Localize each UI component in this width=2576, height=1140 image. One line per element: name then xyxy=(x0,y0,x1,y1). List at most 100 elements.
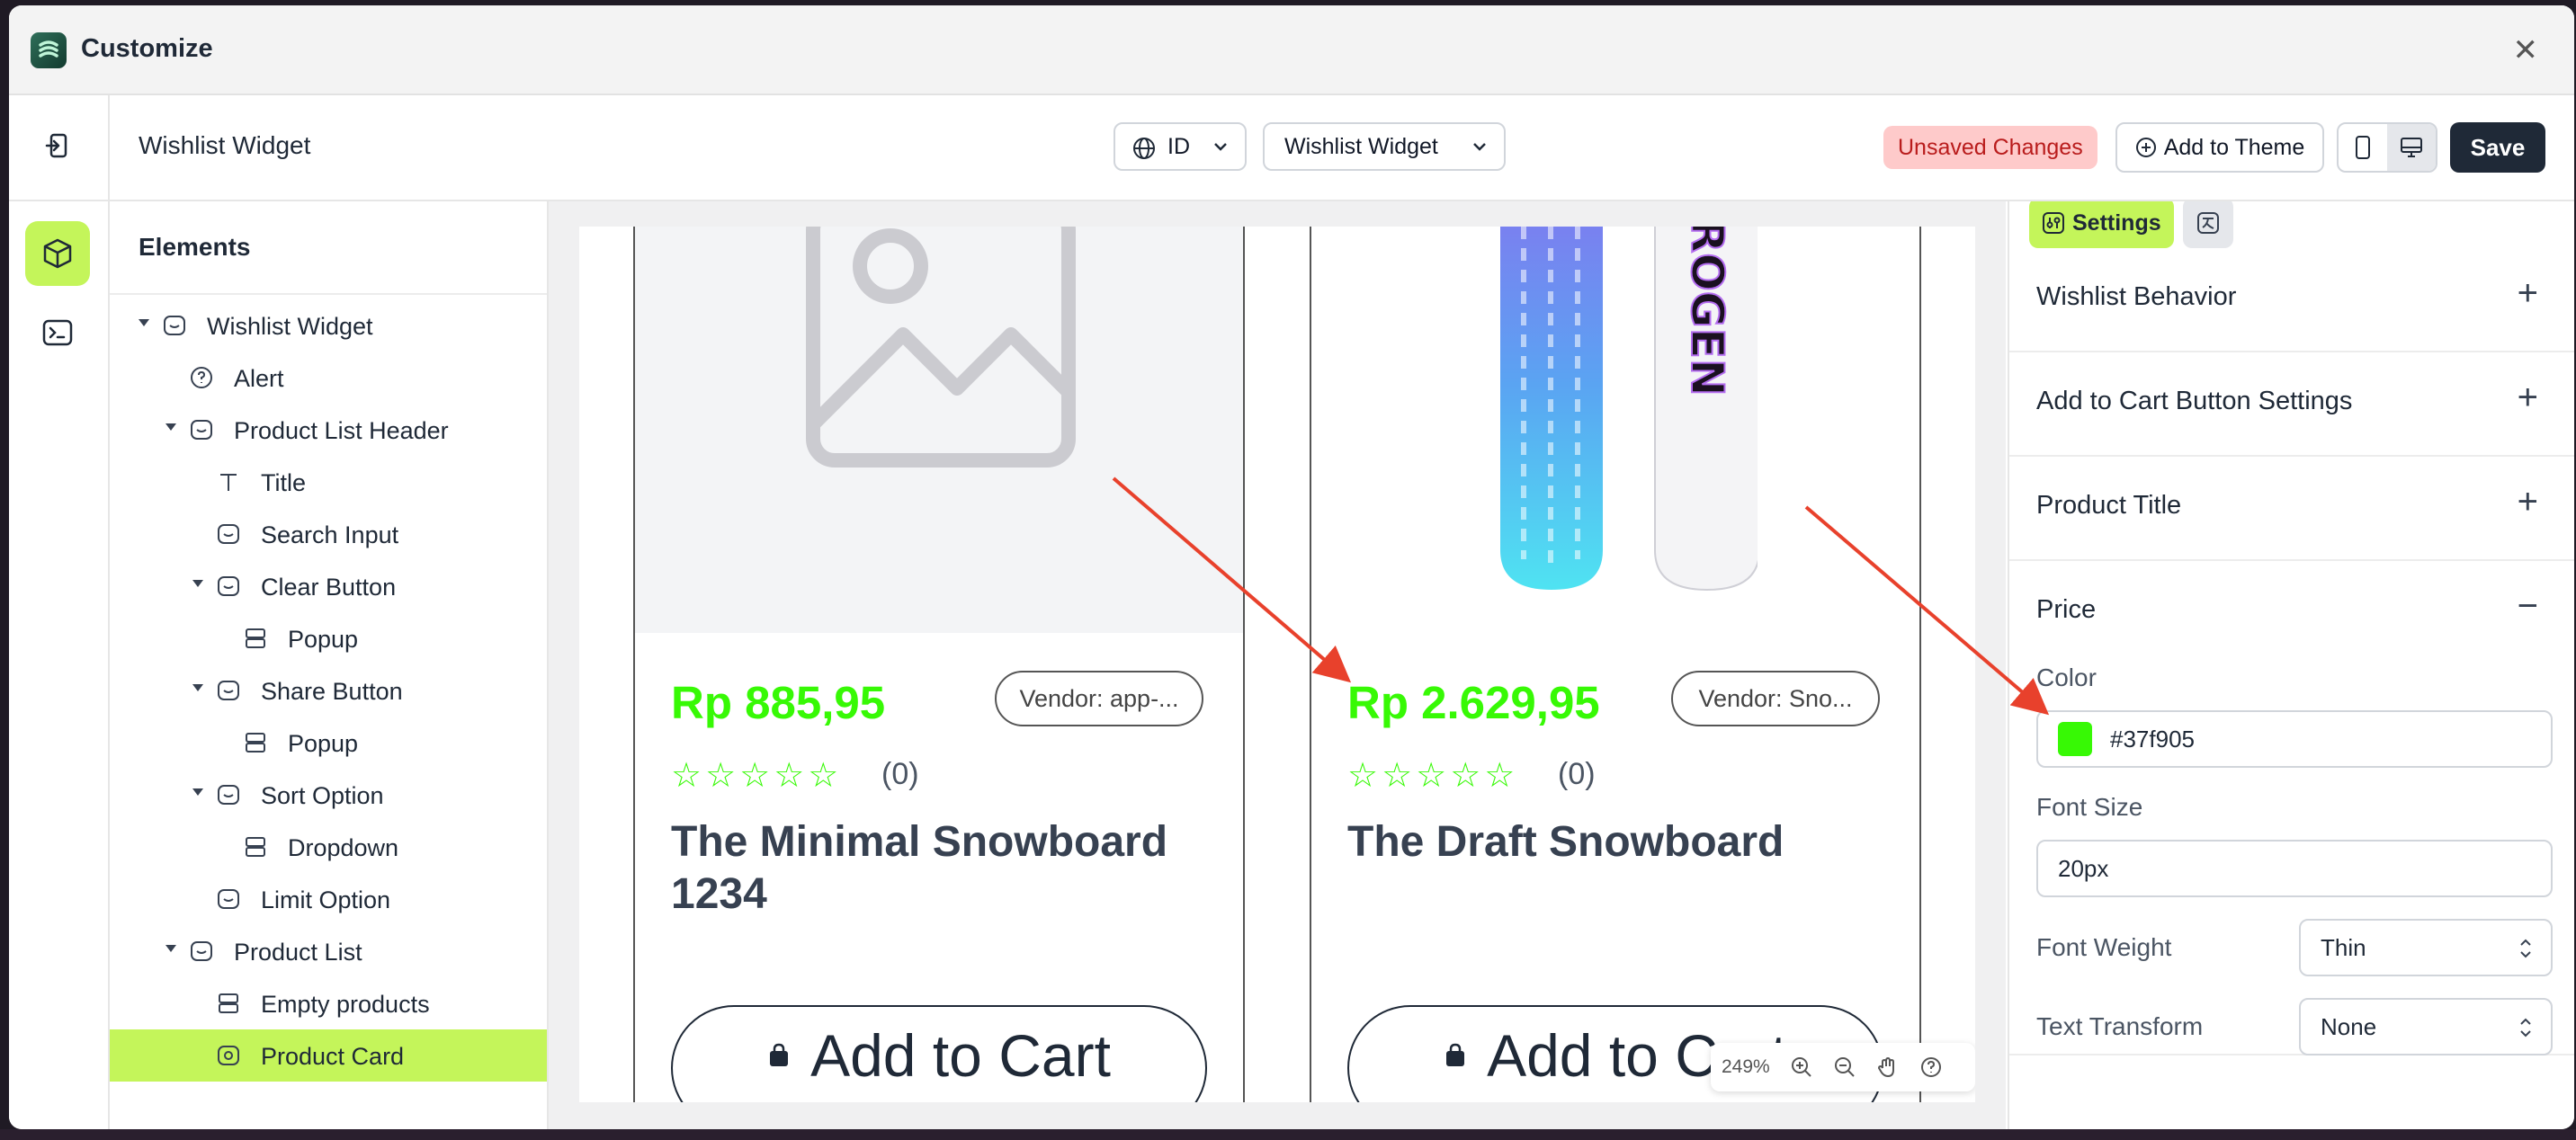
section-wishlist-behavior[interactable]: Wishlist Behavior + xyxy=(2009,246,2574,352)
layout-icon xyxy=(246,733,265,753)
settings-sliders-icon xyxy=(2043,212,2064,234)
widget-select[interactable]: Wishlist Widget xyxy=(1263,122,1506,171)
close-icon[interactable]: ✕ xyxy=(2513,32,2539,68)
customize-window: Customize ✕ Wishlist Widget ID Wishlist … xyxy=(9,5,2574,1129)
product-price: Rp 885,95 xyxy=(671,677,886,728)
tree-node-dropdown[interactable]: Dropdown xyxy=(110,821,547,873)
caret-down-icon[interactable] xyxy=(192,580,203,587)
tree-node-wishlist-widget[interactable]: Wishlist Widget xyxy=(110,299,547,352)
image-placeholder-icon xyxy=(806,227,1076,468)
text-transform-label: Text Transform xyxy=(2036,1012,2204,1040)
font-size-input[interactable]: 20px xyxy=(2036,840,2553,897)
zoom-in-icon[interactable] xyxy=(1790,1055,1813,1079)
tree-node-product-list[interactable]: Product List xyxy=(110,925,547,977)
code-rail-button[interactable] xyxy=(25,300,90,365)
product-card[interactable]: Rp 885,95 Vendor: app-... ☆☆☆☆☆ (0) The … xyxy=(633,227,1245,1102)
tab-settings-label: Settings xyxy=(2072,209,2161,236)
plus-circle-icon xyxy=(2135,138,2156,157)
tree-node-label: Product List Header xyxy=(234,417,449,444)
widget-icon xyxy=(218,785,239,805)
tab-translate[interactable] xyxy=(2182,201,2233,248)
language-value: ID xyxy=(1167,133,1190,159)
tab-settings[interactable]: Settings xyxy=(2029,201,2174,248)
tree-node-label: Product Card xyxy=(261,1043,405,1070)
section-add-to-cart-button-settings[interactable]: Add to Cart Button Settings + xyxy=(2009,351,2574,457)
tree-node-share-button[interactable]: Share Button xyxy=(110,664,547,717)
tree-node-limit-option[interactable]: Limit Option xyxy=(110,873,547,925)
add-to-cart-label: Add to Cart xyxy=(810,1022,1111,1089)
widget-icon xyxy=(218,576,239,596)
desktop-view-button[interactable] xyxy=(2387,124,2436,171)
vendor-pill[interactable]: Vendor: app-... xyxy=(995,671,1203,726)
zoom-out-icon[interactable] xyxy=(1833,1055,1856,1079)
tree-node-label: Dropdown xyxy=(288,834,399,861)
vendor-pill[interactable]: Vendor: Sno... xyxy=(1671,671,1880,726)
device-toggle xyxy=(2337,122,2437,173)
section-title: Product Title xyxy=(2036,491,2182,520)
caret-down-icon[interactable] xyxy=(192,788,203,796)
expand-plus-icon[interactable]: + xyxy=(2518,482,2538,522)
widget-icon xyxy=(218,681,239,700)
chevron-updown-icon xyxy=(2520,939,2531,958)
product-image-placeholder xyxy=(635,227,1243,633)
shopping-bag-icon xyxy=(1446,1043,1465,1066)
tree-node-popup[interactable]: Popup xyxy=(110,717,547,769)
tree-node-label: Title xyxy=(261,469,307,496)
section-price: Price − Color #37f905 Font Size 20px Fon… xyxy=(2009,559,2574,1055)
tree-node-label: Share Button xyxy=(261,678,403,705)
toolbar: Wishlist Widget ID Wishlist Widget Unsav… xyxy=(9,95,2574,201)
caret-down-icon[interactable] xyxy=(192,684,203,691)
color-input[interactable]: #37f905 xyxy=(2036,710,2553,768)
add-to-theme-button[interactable]: Add to Theme xyxy=(2115,122,2324,173)
font-weight-select[interactable]: Thin xyxy=(2299,919,2553,976)
tree-node-alert[interactable]: Alert xyxy=(110,352,547,404)
elements-header: Elements xyxy=(110,201,547,295)
tree-node-title[interactable]: Title xyxy=(110,456,547,508)
settings-panel: Settings Wishlist Behavior + Add to Cart… xyxy=(2008,201,2574,1129)
globe-icon xyxy=(1133,138,1155,159)
tree-node-label: Product List xyxy=(234,939,362,966)
mobile-view-button[interactable] xyxy=(2339,124,2387,171)
expand-plus-icon[interactable]: + xyxy=(2518,378,2538,418)
color-label: Color xyxy=(2036,664,2097,691)
tree-node-product-card[interactable]: Product Card xyxy=(110,1029,547,1082)
add-to-cart-button[interactable]: Add to Cart xyxy=(671,1005,1207,1102)
tree-node-popup[interactable]: Popup xyxy=(110,612,547,664)
font-weight-label: Font Weight xyxy=(2036,933,2172,961)
section-product-title[interactable]: Product Title + xyxy=(2009,455,2574,561)
font-weight-value: Thin xyxy=(2321,933,2366,961)
widget-icon xyxy=(191,420,212,440)
help-icon[interactable] xyxy=(1919,1055,1943,1079)
language-select[interactable]: ID xyxy=(1114,122,1247,171)
exit-icon xyxy=(45,133,67,158)
product-title[interactable]: The Minimal Snowboard 1234 xyxy=(671,816,1211,921)
tree-node-label: Empty products xyxy=(261,991,430,1018)
elements-rail-button[interactable] xyxy=(25,221,90,286)
widget-icon xyxy=(218,889,239,909)
caret-down-icon[interactable] xyxy=(165,423,176,431)
product-price: Rp 2.629,95 xyxy=(1347,677,1600,728)
caret-down-icon[interactable] xyxy=(139,319,149,326)
hand-pan-icon[interactable] xyxy=(1876,1055,1900,1079)
text-transform-select[interactable]: None xyxy=(2299,998,2553,1055)
color-swatch[interactable] xyxy=(2058,722,2092,756)
tree-node-search-input[interactable]: Search Input xyxy=(110,508,547,560)
section-title: Wishlist Behavior xyxy=(2036,282,2237,311)
product-title[interactable]: The Draft Snowboard xyxy=(1347,816,1887,868)
tree-node-empty-products[interactable]: Empty products xyxy=(110,977,547,1029)
product-card[interactable]: HYDROGEN Rp 2.629,95 Vendor: Sno... ☆☆☆☆… xyxy=(1310,227,1921,1102)
tree-node-label: Clear Button xyxy=(261,574,397,601)
tree-node-label: Alert xyxy=(234,365,284,392)
expand-plus-icon[interactable]: + xyxy=(2518,273,2538,314)
text-transform-value: None xyxy=(2321,1012,2377,1040)
tree-node-label: Limit Option xyxy=(261,886,391,913)
caret-down-icon[interactable] xyxy=(165,945,176,952)
exit-button[interactable] xyxy=(9,95,110,200)
tree-node-product-list-header[interactable]: Product List Header xyxy=(110,404,547,456)
mobile-icon xyxy=(2356,136,2370,159)
save-button[interactable]: Save xyxy=(2450,122,2545,173)
tree-node-sort-option[interactable]: Sort Option xyxy=(110,769,547,821)
shopping-bag-icon xyxy=(770,1043,789,1066)
tree-node-clear-button[interactable]: Clear Button xyxy=(110,560,547,612)
collapse-minus-icon[interactable]: − xyxy=(2518,586,2538,627)
